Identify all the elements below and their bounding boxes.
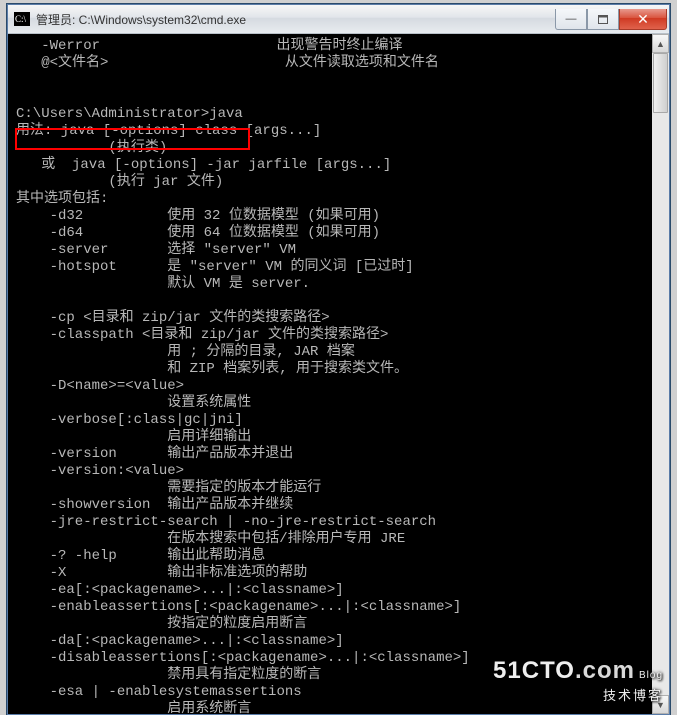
window-buttons: — ✕ (555, 9, 667, 29)
watermark: 51CTO.comBlog 技术博客 (493, 657, 663, 704)
close-button[interactable]: ✕ (619, 9, 667, 30)
cmd-window: 管理员: C:\Windows\system32\cmd.exe — ✕ -We… (7, 4, 670, 715)
scroll-track[interactable] (652, 53, 669, 695)
client-area: -Werror 出现警告时终止编译 @<文件名> 从文件读取选项和文件名 C:\… (8, 34, 669, 714)
terminal-output[interactable]: -Werror 出现警告时终止编译 @<文件名> 从文件读取选项和文件名 C:\… (8, 34, 652, 714)
maximize-button[interactable] (587, 9, 619, 30)
scroll-thumb[interactable] (653, 53, 668, 113)
minimize-button[interactable]: — (555, 9, 587, 30)
window-title: 管理员: C:\Windows\system32\cmd.exe (36, 11, 555, 28)
titlebar[interactable]: 管理员: C:\Windows\system32\cmd.exe — ✕ (8, 5, 669, 34)
vertical-scrollbar[interactable]: ▲ ▼ (652, 34, 669, 714)
watermark-tag: 技术博客 (493, 685, 663, 704)
cmd-icon (14, 12, 30, 26)
watermark-brand: 51CTO.comBlog (493, 657, 663, 685)
scroll-up-button[interactable]: ▲ (652, 34, 669, 53)
